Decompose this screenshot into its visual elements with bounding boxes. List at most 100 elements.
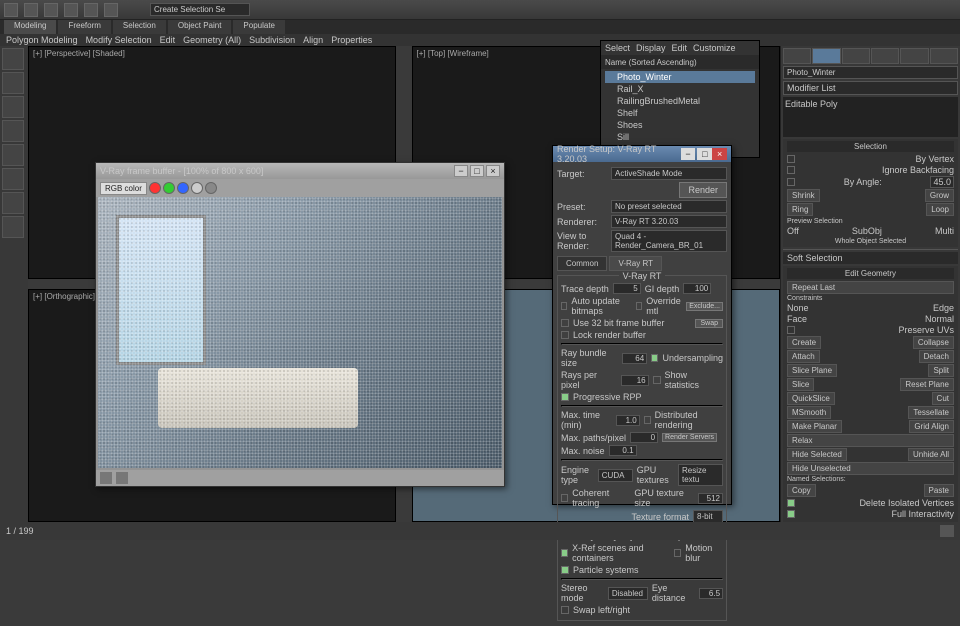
tab-populate[interactable]: Populate (233, 20, 285, 34)
loop-button[interactable]: Loop (926, 203, 954, 216)
scene-item[interactable]: Photo_Winter (605, 71, 755, 83)
vfb-render-view[interactable] (98, 197, 502, 468)
c-edge[interactable]: Edge (933, 303, 954, 313)
tab-motion[interactable] (871, 48, 899, 64)
vfb-red-channel[interactable] (149, 182, 161, 194)
vfb-alpha-channel[interactable] (191, 182, 203, 194)
tab-hierarchy[interactable] (842, 48, 870, 64)
scene-item[interactable]: Rail_X (605, 83, 755, 95)
tab-display[interactable] (900, 48, 928, 64)
new-icon[interactable] (24, 3, 38, 17)
cut-button[interactable]: Cut (932, 392, 954, 405)
tessellate-button[interactable]: Tessellate (908, 406, 954, 419)
cb-by-vertex[interactable] (787, 155, 795, 163)
rays-pixel-spinner[interactable]: 16 (621, 375, 649, 386)
sub-poly-modeling[interactable]: Polygon Modeling (6, 35, 78, 45)
rollout-soft-selection[interactable]: Soft Selection (783, 252, 958, 264)
gpu-tex-dropdown[interactable]: Resize textu (678, 464, 723, 486)
render-button[interactable]: Render (679, 182, 727, 198)
scene-item[interactable]: Shoes (605, 119, 755, 131)
layer-tool[interactable] (2, 216, 24, 238)
gpu-size-spinner[interactable]: 512 (698, 493, 723, 504)
max-noise-spinner[interactable]: 0.1 (609, 445, 637, 456)
cb-by-angle[interactable] (787, 178, 795, 186)
reset-plane-button[interactable]: Reset Plane (900, 378, 954, 391)
mirror-tool[interactable] (2, 168, 24, 190)
scene-item[interactable]: RailingBrushedMetal (605, 95, 755, 107)
eye-dist-spinner[interactable]: 6.5 (699, 588, 723, 599)
save-icon[interactable] (64, 3, 78, 17)
detach-button[interactable]: Detach (919, 350, 954, 363)
cb-swap-lr[interactable] (561, 606, 569, 614)
hide-sel-button[interactable]: Hide Selected (787, 448, 847, 461)
rsd-tab-common[interactable]: Common (557, 256, 607, 271)
create-button[interactable]: Create (787, 336, 821, 349)
cb-prog-rpp[interactable] (561, 393, 569, 401)
ps-off[interactable]: Off (787, 226, 799, 236)
vfb-mono-channel[interactable] (205, 182, 217, 194)
c-normal[interactable]: Normal (925, 314, 954, 324)
collapse-button[interactable]: Collapse (913, 336, 954, 349)
sub-properties[interactable]: Properties (331, 35, 372, 45)
cb-override-mtl[interactable] (636, 302, 642, 310)
renderer-dropdown[interactable]: V-Ray RT 3.20.03 (611, 215, 727, 228)
vfb-channel-select[interactable]: RGB color (100, 182, 147, 195)
sub-align[interactable]: Align (303, 35, 323, 45)
scene-menu-customize[interactable]: Customize (693, 43, 736, 53)
render-setup-dialog[interactable]: Render Setup: V-Ray RT 3.20.03 − □ × Tar… (552, 145, 732, 505)
msmooth-button[interactable]: MSmooth (787, 406, 831, 419)
preset-dropdown[interactable]: No preset selected (611, 200, 727, 213)
tab-selection[interactable]: Selection (113, 20, 166, 34)
c-face[interactable]: Face (787, 314, 807, 324)
paste-button[interactable]: Paste (924, 484, 954, 497)
undo-icon[interactable] (84, 3, 98, 17)
stereo-dropdown[interactable]: Disabled (608, 587, 648, 600)
scene-explorer[interactable]: Select Display Edit Customize Name (Sort… (600, 40, 760, 158)
cb-motion-blur[interactable] (674, 549, 681, 557)
repeat-last-button[interactable]: Repeat Last (787, 281, 954, 294)
copy-button[interactable]: Copy (787, 484, 816, 497)
tab-modify[interactable] (812, 48, 840, 64)
scale-tool[interactable] (2, 120, 24, 142)
scene-menu-edit[interactable]: Edit (672, 43, 688, 53)
sub-edit[interactable]: Edit (160, 35, 176, 45)
scene-menu-display[interactable]: Display (636, 43, 666, 53)
render-servers-button[interactable]: Render Servers (662, 433, 717, 442)
slice-plane-button[interactable]: Slice Plane (787, 364, 837, 377)
rollout-edit-geom[interactable]: Edit Geometry (787, 268, 954, 279)
play-icon[interactable] (940, 525, 954, 537)
rsd-maximize-button[interactable]: □ (697, 148, 712, 160)
stack-item[interactable]: Editable Poly (785, 99, 956, 109)
max-paths-spinner[interactable]: 0 (630, 432, 658, 443)
unhide-all-button[interactable]: Unhide All (908, 448, 954, 461)
scene-column-header[interactable]: Name (Sorted Ascending) (601, 55, 759, 69)
grow-button[interactable]: Grow (925, 189, 954, 202)
tab-freeform[interactable]: Freeform (58, 20, 110, 34)
engine-dropdown[interactable]: CUDA (598, 469, 633, 482)
rsd-titlebar[interactable]: Render Setup: V-Ray RT 3.20.03 − □ × (553, 146, 731, 162)
target-dropdown[interactable]: ActiveShade Mode (611, 167, 727, 180)
cb-xref[interactable] (561, 549, 568, 557)
vfb-titlebar[interactable]: V-Ray frame buffer - [100% of 800 x 600]… (96, 163, 504, 179)
vfb-maximize-button[interactable]: □ (470, 165, 484, 177)
vfb-save-icon[interactable] (100, 472, 112, 484)
ray-bundle-spinner[interactable]: 64 (622, 353, 647, 364)
vp-label-tl[interactable]: [+] [Perspective] [Shaded] (33, 49, 125, 58)
relax-button[interactable]: Relax (787, 434, 954, 447)
scene-menu-select[interactable]: Select (605, 43, 630, 53)
tab-utilities[interactable] (930, 48, 958, 64)
cb-show-stats[interactable] (653, 376, 661, 384)
sub-geometry[interactable]: Geometry (All) (183, 35, 241, 45)
view-dropdown[interactable]: Quad 4 - Render_Camera_BR_01 (611, 230, 727, 252)
cb-particle[interactable] (561, 566, 569, 574)
cb-dist-render[interactable] (644, 416, 651, 424)
object-name-field[interactable] (783, 66, 958, 79)
cb-coherent[interactable] (561, 494, 568, 502)
modifier-stack[interactable]: Editable Poly (783, 97, 958, 137)
split-button[interactable]: Split (928, 364, 954, 377)
snap-tool[interactable] (2, 144, 24, 166)
rsd-tab-vrayrt[interactable]: V-Ray RT (609, 256, 662, 271)
vray-frame-buffer-window[interactable]: V-Ray frame buffer - [100% of 800 x 600]… (95, 162, 505, 487)
make-planar-button[interactable]: Make Planar (787, 420, 842, 433)
rotate-tool[interactable] (2, 96, 24, 118)
